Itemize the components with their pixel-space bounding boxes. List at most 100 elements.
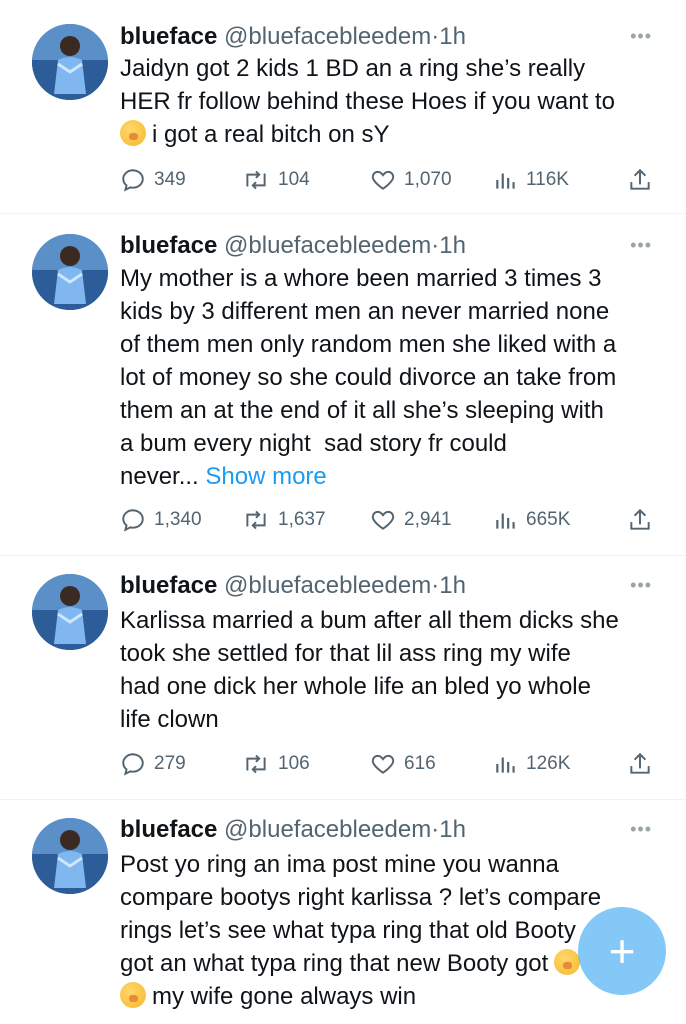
share-button[interactable] <box>628 749 652 779</box>
tweet-line: kids by 3 different men an never married… <box>120 298 610 325</box>
repost-icon <box>246 510 266 530</box>
compose-button[interactable]: + <box>578 907 666 995</box>
reply-button[interactable]: 279 <box>120 749 186 779</box>
tweet-text: Jaidyn got 2 kids 1 BD an a ring she’s r… <box>120 52 660 151</box>
avatar[interactable] <box>32 24 108 100</box>
tweet-line: my wife gone always win <box>152 983 417 1010</box>
tweet-actions: 279 106 616 126K <box>120 749 660 779</box>
reply-count: 349 <box>154 169 186 190</box>
timeline: blueface @bluefacebleedem·1h ••• Jaidyn … <box>0 0 686 1024</box>
tweet[interactable]: blueface @bluefacebleedem·1h ••• Karliss… <box>0 556 686 800</box>
like-button[interactable]: 616 <box>370 749 436 779</box>
tweet-line: a bum every night sad story fr could <box>120 430 507 457</box>
reply-count: 279 <box>154 753 186 774</box>
repost-button[interactable]: 1,637 <box>242 505 326 535</box>
tweet-actions: 349 104 1,070 116K <box>120 165 660 195</box>
tweet-line: never... <box>120 463 206 490</box>
repost-icon <box>246 170 266 190</box>
more-options-icon[interactable]: ••• <box>630 26 652 47</box>
repost-button[interactable]: 104 <box>242 165 310 195</box>
avatar[interactable] <box>32 574 108 650</box>
repost-button[interactable]: 106 <box>242 749 310 779</box>
avatar[interactable] <box>32 818 108 894</box>
tweet-header: blueface @bluefacebleedem·1h <box>120 231 626 261</box>
share-button[interactable] <box>628 505 652 535</box>
like-count: 616 <box>404 753 436 774</box>
tweet-actions: 1,340 1,637 2,941 665K <box>120 505 660 535</box>
heart-icon <box>371 754 395 774</box>
show-more-link[interactable]: Show more <box>205 463 326 490</box>
tweet-line: took she settled for that lil ass ring m… <box>120 640 571 667</box>
tweet-line: got an what typa ring that new Booty got <box>120 950 549 977</box>
tweet-line: rings let’s see what typa ring that old … <box>120 917 576 944</box>
views-button[interactable]: 665K <box>494 505 570 535</box>
tweet-line: lot of money so she could divorce an tak… <box>120 364 617 391</box>
tweet[interactable]: blueface @bluefacebleedem·1h ••• My moth… <box>0 214 686 556</box>
tweet-line: of them men only random men she liked wi… <box>120 331 617 358</box>
view-count: 116K <box>526 169 569 190</box>
user-handle[interactable]: @bluefacebleedem <box>224 816 431 843</box>
like-button[interactable]: 1,070 <box>370 165 452 195</box>
share-icon <box>630 508 650 530</box>
share-button[interactable] <box>628 165 652 195</box>
repost-count: 104 <box>278 169 310 190</box>
yawning-face-emoji-icon <box>120 120 146 146</box>
timestamp[interactable]: 1h <box>439 232 466 259</box>
avatar[interactable] <box>32 234 108 310</box>
view-count: 126K <box>526 753 571 774</box>
timestamp[interactable]: 1h <box>439 23 466 50</box>
user-handle[interactable]: @bluefacebleedem <box>224 232 431 259</box>
tweet-line: Karlissa married a bum after all them di… <box>120 607 619 634</box>
tweet[interactable]: blueface @bluefacebleedem·1h ••• Post yo… <box>0 800 686 1024</box>
views-icon <box>496 757 515 773</box>
views-icon <box>496 173 515 189</box>
user-handle[interactable]: @bluefacebleedem <box>224 23 431 50</box>
heart-icon <box>371 170 395 190</box>
reply-count: 1,340 <box>154 509 202 530</box>
yawning-face-emoji-icon <box>120 982 146 1008</box>
more-options-icon[interactable]: ••• <box>630 235 652 256</box>
reply-icon <box>122 169 144 192</box>
reply-icon <box>122 753 144 776</box>
more-options-icon[interactable]: ••• <box>630 819 652 840</box>
views-button[interactable]: 126K <box>494 749 570 779</box>
reply-icon <box>122 509 144 532</box>
tweet-text: My mother is a whore been married 3 time… <box>120 262 660 493</box>
tweet-line: i got a real bitch on sY <box>152 121 390 148</box>
tweet-line: HER fr follow behind these Hoes if you w… <box>120 88 615 115</box>
tweet-line: them an at the end of it all she’s sleep… <box>120 397 604 424</box>
share-icon <box>630 168 650 190</box>
reply-button[interactable]: 1,340 <box>120 505 202 535</box>
tweet-text: Karlissa married a bum after all them di… <box>120 604 660 736</box>
display-name[interactable]: blueface <box>120 232 217 259</box>
tweet-text: Post yo ring an ima post mine you wanna … <box>120 848 660 1013</box>
tweet-line: had one dick her whole life an bled yo w… <box>120 673 591 700</box>
tweet-header: blueface @bluefacebleedem·1h <box>120 22 626 52</box>
timestamp[interactable]: 1h <box>439 572 466 599</box>
display-name[interactable]: blueface <box>120 23 217 50</box>
plus-icon: + <box>608 925 636 977</box>
like-count: 2,941 <box>404 509 452 530</box>
repost-count: 1,637 <box>278 509 326 530</box>
user-handle[interactable]: @bluefacebleedem <box>224 572 431 599</box>
display-name[interactable]: blueface <box>120 572 217 599</box>
laughing-emoji-icon <box>554 949 581 975</box>
views-button[interactable]: 116K <box>494 165 569 195</box>
tweet-line: compare bootys right karlissa ? let’s co… <box>120 884 602 911</box>
like-count: 1,070 <box>404 169 452 190</box>
tweet[interactable]: blueface @bluefacebleedem·1h ••• Jaidyn … <box>0 0 686 214</box>
timestamp[interactable]: 1h <box>439 816 466 843</box>
tweet-header: blueface @bluefacebleedem·1h <box>120 571 626 601</box>
views-icon <box>496 513 515 529</box>
view-count: 665K <box>526 509 571 530</box>
like-button[interactable]: 2,941 <box>370 505 452 535</box>
display-name[interactable]: blueface <box>120 816 217 843</box>
tweet-line: Post yo ring an ima post mine you wanna <box>120 851 559 878</box>
tweet-header: blueface @bluefacebleedem·1h <box>120 815 626 845</box>
reply-button[interactable]: 349 <box>120 165 186 195</box>
tweet-line: My mother is a whore been married 3 time… <box>120 265 602 292</box>
more-options-icon[interactable]: ••• <box>630 575 652 596</box>
heart-icon <box>371 510 395 530</box>
tweet-line: life clown <box>120 706 219 733</box>
repost-icon <box>246 754 266 774</box>
